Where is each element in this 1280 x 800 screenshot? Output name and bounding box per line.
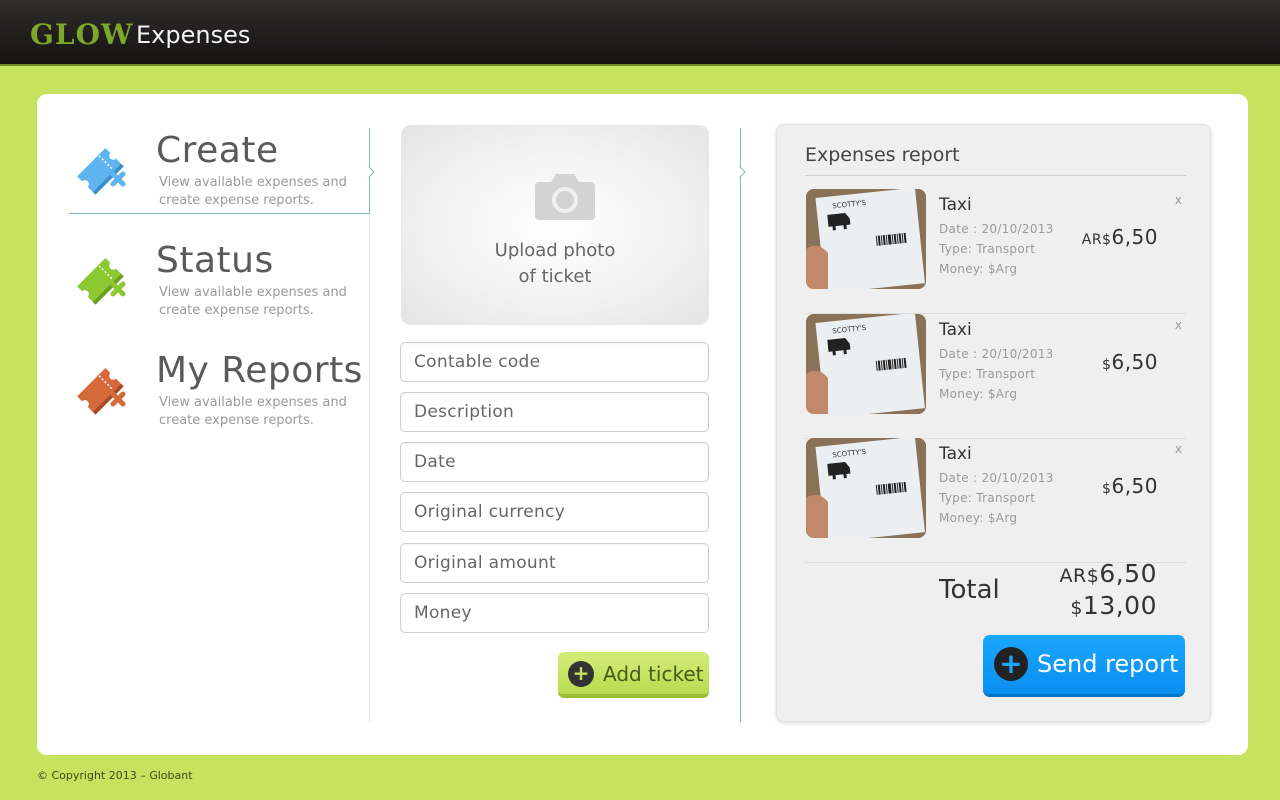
- expenses-report-panel: Expenses report SCOTTY'S Taxi Date : 20/…: [776, 124, 1211, 722]
- original-currency-field[interactable]: Original currency: [400, 492, 709, 532]
- ticket-amount: AR$6,50: [1082, 225, 1158, 249]
- upload-photo-area[interactable]: Upload photo of ticket: [401, 125, 709, 325]
- nav-title: Status: [156, 240, 274, 281]
- ticket-item: SCOTTY'S Taxi Date : 20/10/2013 Type: Tr…: [805, 438, 1186, 563]
- ticket-type: Type: Transport: [939, 491, 1036, 505]
- total-value: 13,00: [1082, 591, 1157, 620]
- ticket-currency: AR$: [1081, 232, 1112, 248]
- money-field[interactable]: Money: [400, 593, 709, 633]
- contable-code-field[interactable]: Contable code: [400, 342, 709, 382]
- upload-label: Upload photo of ticket: [402, 238, 708, 290]
- total-amount-ars: AR$6,50: [1060, 559, 1157, 588]
- nav-description: View available expenses and create expen…: [159, 175, 347, 208]
- ticket-blue-icon: [77, 148, 126, 195]
- remove-ticket-button[interactable]: x: [1175, 318, 1182, 332]
- ticket-type: Type: Transport: [939, 242, 1036, 256]
- plus-icon: +: [568, 661, 594, 687]
- logo-text: GLOW: [30, 18, 134, 51]
- footer-copyright: © Copyright 2013 – Globant: [37, 769, 193, 782]
- logo: GLOW: [30, 18, 133, 51]
- ticket-money: Money: $Arg: [939, 262, 1018, 276]
- top-bar: GLOW Expenses: [0, 0, 1280, 66]
- divider-notch: [734, 166, 746, 178]
- ticket-green-icon: [77, 258, 126, 305]
- add-ticket-label: Add ticket: [603, 662, 704, 686]
- nav-description: View available expenses and create expen…: [159, 285, 347, 318]
- ticket-name: Taxi: [939, 320, 972, 340]
- total-label: Total: [939, 575, 1000, 605]
- ticket-value: 6,50: [1111, 350, 1158, 374]
- ticket-value: 6,50: [1111, 225, 1158, 249]
- nav-item-create[interactable]: Create View available expenses and creat…: [69, 128, 369, 214]
- ticket-thumbnail: SCOTTY'S: [806, 314, 926, 414]
- send-report-button[interactable]: + Send report: [983, 635, 1185, 697]
- divider: [369, 128, 370, 722]
- original-amount-field[interactable]: Original amount: [400, 543, 709, 583]
- ticket-money: Money: $Arg: [939, 387, 1018, 401]
- main-panel: Create View available expenses and creat…: [37, 94, 1248, 755]
- add-ticket-button[interactable]: + Add ticket: [558, 652, 709, 698]
- nav-item-status[interactable]: Status View available expenses and creat…: [69, 238, 369, 324]
- ticket-amount: $6,50: [1102, 350, 1158, 374]
- camera-icon: [535, 174, 595, 220]
- divider: [740, 128, 741, 722]
- ticket-thumbnail: SCOTTY'S: [806, 438, 926, 538]
- ticket-type: Type: Transport: [939, 367, 1036, 381]
- description-field[interactable]: Description: [400, 392, 709, 432]
- total-currency: $: [1070, 597, 1083, 619]
- ticket-date: Date : 20/10/2013: [939, 222, 1054, 236]
- ticket-item: SCOTTY'S Taxi Date : 20/10/2013 Type: Tr…: [805, 189, 1186, 314]
- ticket-name: Taxi: [939, 195, 972, 215]
- date-field[interactable]: Date: [400, 442, 709, 482]
- ticket-money: Money: $Arg: [939, 511, 1018, 525]
- remove-ticket-button[interactable]: x: [1175, 193, 1182, 207]
- ticket-thumbnail: SCOTTY'S: [806, 189, 926, 289]
- total-value: 6,50: [1099, 559, 1157, 588]
- nav-description: View available expenses and create expen…: [159, 395, 347, 428]
- plus-icon: +: [994, 647, 1028, 681]
- ticket-date: Date : 20/10/2013: [939, 471, 1054, 485]
- upload-line-1: Upload photo: [494, 240, 616, 261]
- ticket-date: Date : 20/10/2013: [939, 347, 1054, 361]
- send-report-label: Send report: [1037, 650, 1179, 678]
- divider: [805, 175, 1186, 176]
- nav-title: Create: [156, 130, 279, 171]
- ticket-amount: $6,50: [1102, 474, 1158, 498]
- remove-ticket-button[interactable]: x: [1175, 442, 1182, 456]
- ticket-orange-icon: [77, 368, 126, 415]
- ticket-name: Taxi: [939, 444, 972, 464]
- total-amount-usd: $13,00: [1070, 591, 1157, 620]
- total-currency: AR$: [1059, 565, 1100, 587]
- nav-title: My Reports: [156, 350, 363, 391]
- ticket-value: 6,50: [1111, 474, 1158, 498]
- report-title: Expenses report: [805, 144, 960, 166]
- app-title: Expenses: [136, 21, 251, 49]
- nav-item-my-reports[interactable]: My Reports View available expenses and c…: [69, 348, 369, 434]
- ticket-item: SCOTTY'S Taxi Date : 20/10/2013 Type: Tr…: [805, 314, 1186, 439]
- upload-line-2: of ticket: [518, 266, 592, 287]
